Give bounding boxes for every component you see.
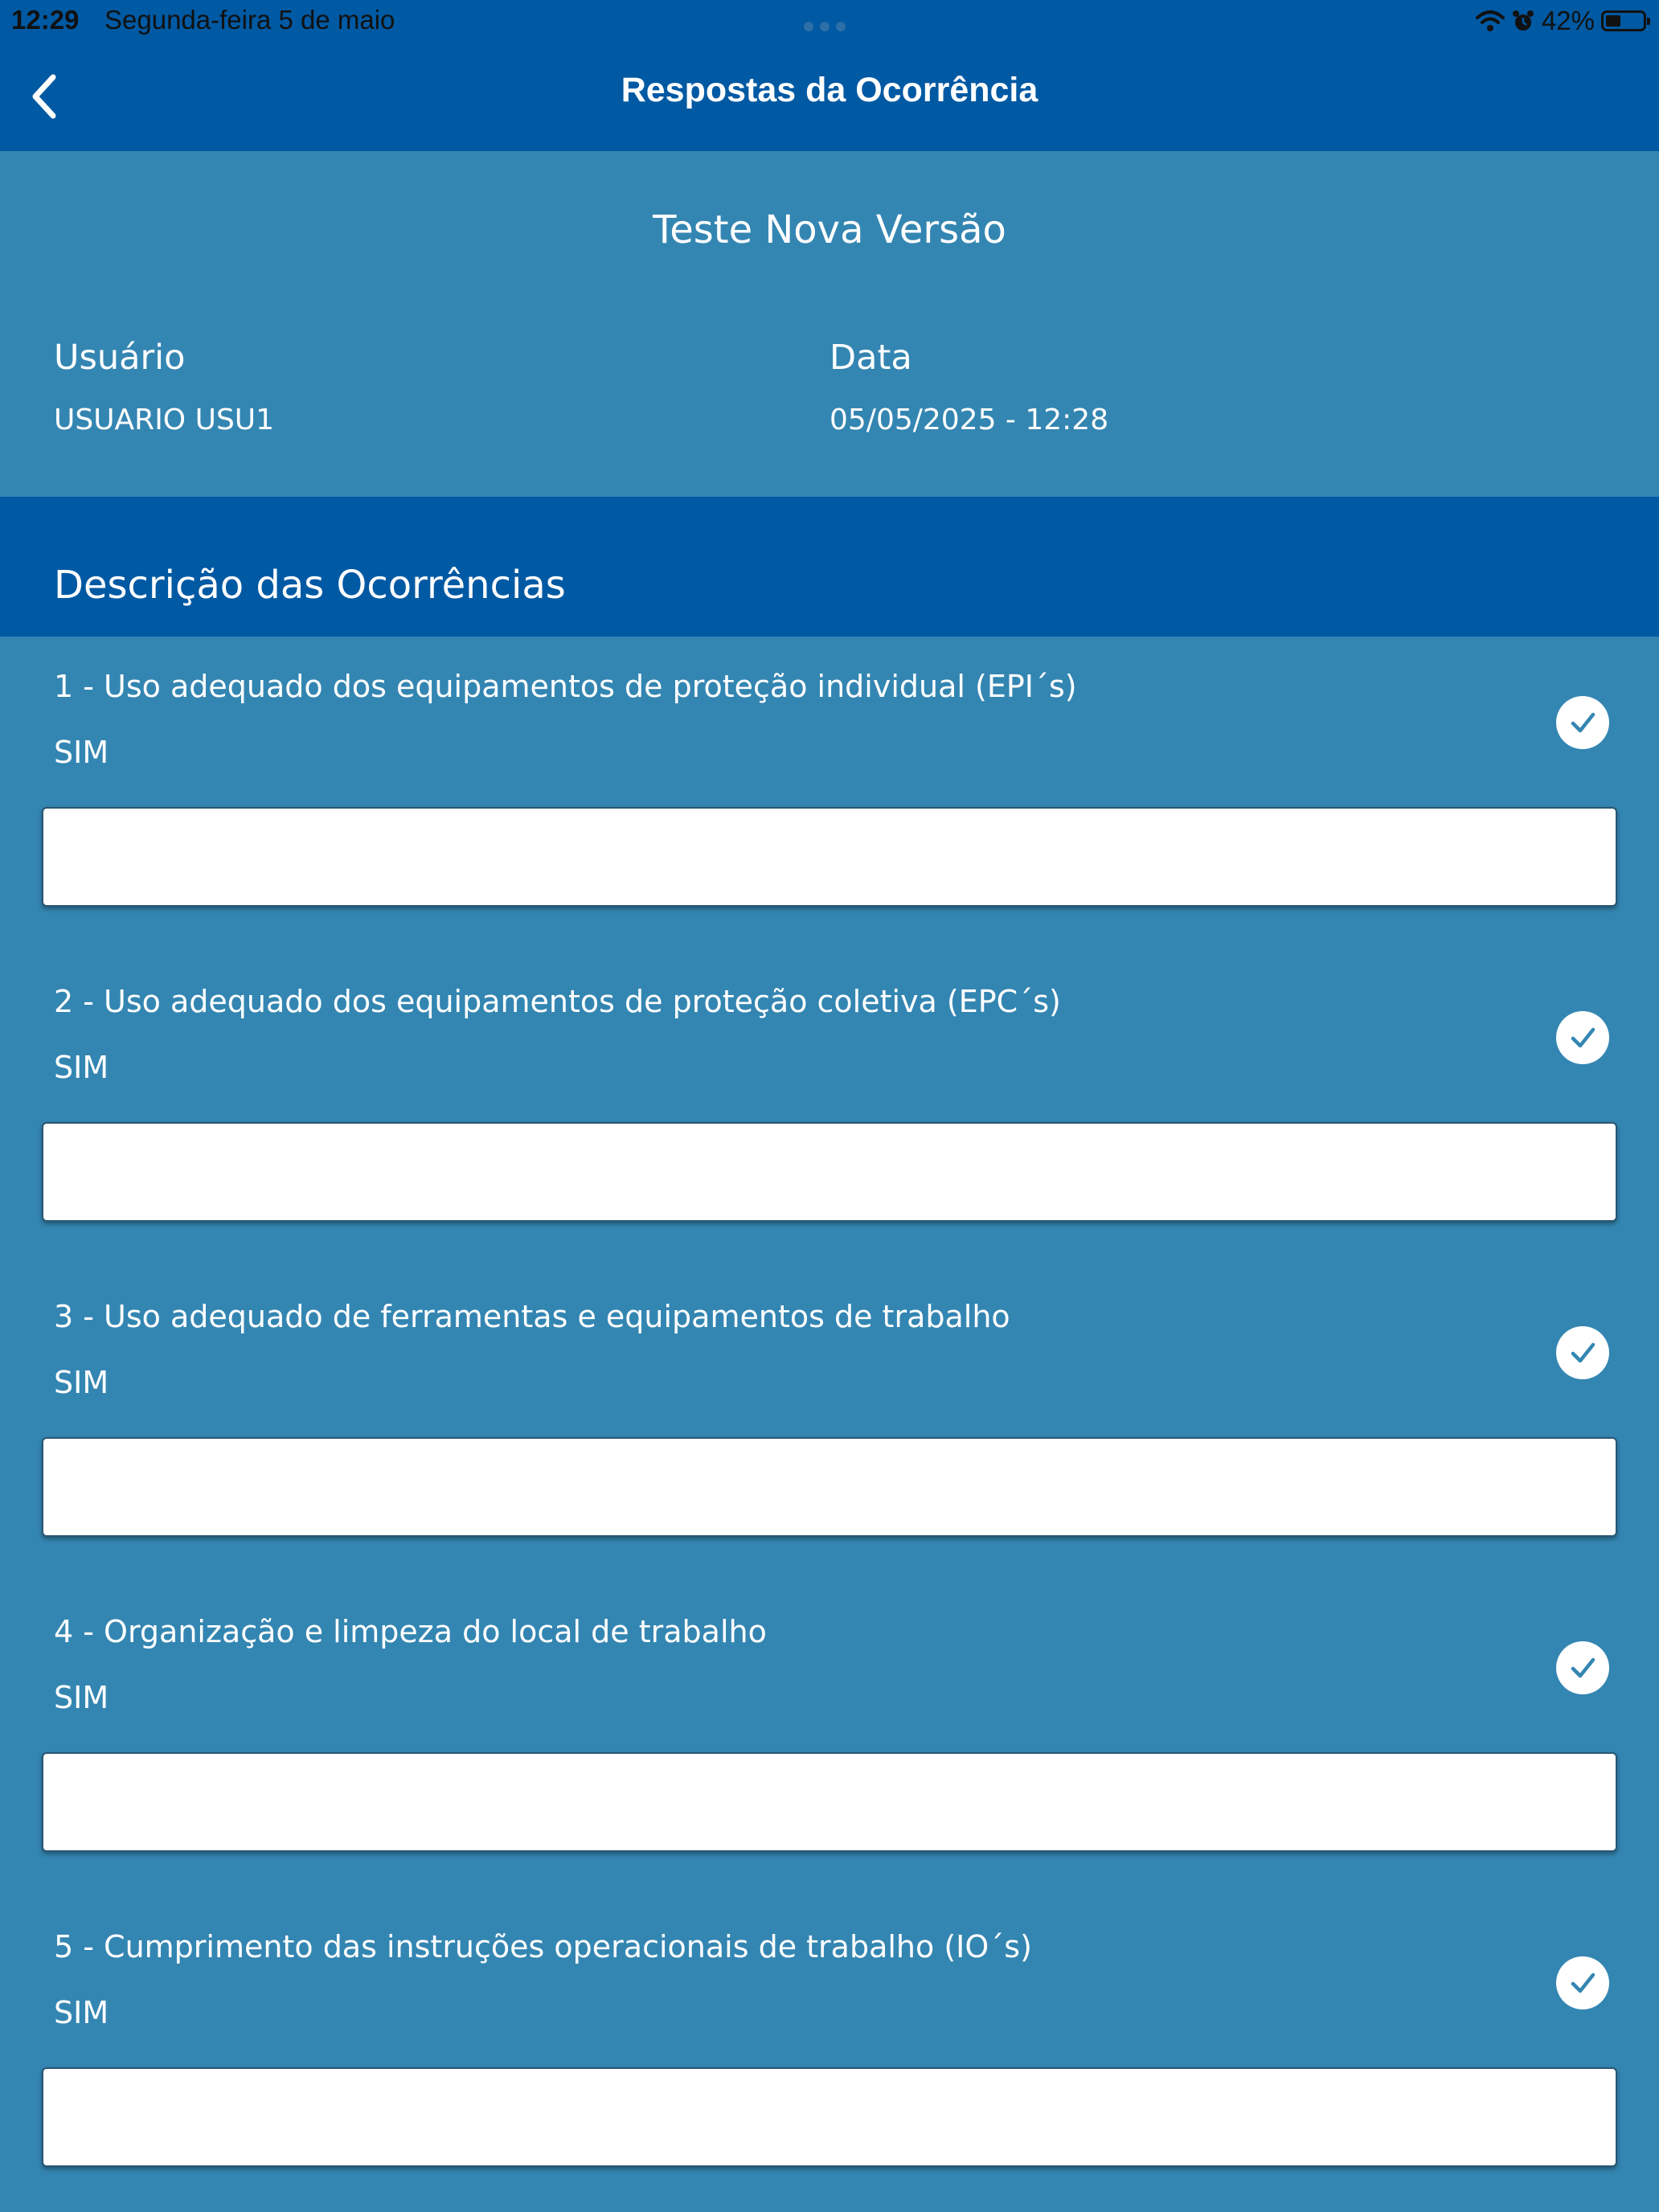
battery-level — [1606, 15, 1620, 27]
section-title: Descrição das Ocorrências — [54, 563, 566, 608]
battery-icon — [1601, 10, 1650, 31]
document-title: Teste Nova Versão — [653, 207, 1006, 252]
comment-input[interactable] — [42, 807, 1617, 907]
question-label: 5 - Cumprimento das instruções operacion… — [54, 1929, 1032, 1964]
question-answer: SIM — [54, 1365, 109, 1400]
question-answer: SIM — [54, 1680, 109, 1715]
question-label: 3 - Uso adequado de ferramentas e equipa… — [54, 1299, 1010, 1334]
wifi-icon — [1475, 10, 1505, 31]
question-item: 2 - Uso adequado dos equipamentos de pro… — [0, 952, 1659, 1267]
navigation-bar: 12:29 Segunda-feira 5 de maio 42% Respos… — [0, 0, 1659, 151]
alarm-icon — [1512, 10, 1534, 31]
comment-input[interactable] — [42, 1752, 1617, 1852]
comment-input[interactable] — [42, 1437, 1617, 1537]
date-value: 05/05/2025 - 12:28 — [830, 403, 1109, 436]
date-label: Data — [830, 338, 912, 378]
status-time: 12:29 — [11, 5, 80, 35]
question-label: 4 - Organização e limpeza do local de tr… — [54, 1614, 767, 1649]
question-answer: SIM — [54, 735, 109, 770]
question-item: 5 - Cumprimento das instruções operacion… — [0, 1897, 1659, 2212]
page-title: Respostas da Ocorrência — [621, 71, 1038, 109]
check-circle-icon — [1556, 1641, 1609, 1694]
question-label: 1 - Uso adequado dos equipamentos de pro… — [54, 669, 1077, 704]
status-indicators: 42% — [1475, 5, 1650, 37]
user-label: Usuário — [54, 338, 186, 378]
user-value: USUARIO USU1 — [54, 403, 275, 436]
comment-input[interactable] — [42, 1122, 1617, 1222]
multitasking-dots-icon[interactable] — [804, 19, 855, 31]
question-answer: SIM — [54, 1995, 109, 2030]
comment-input[interactable] — [42, 2067, 1617, 2167]
question-item: 3 - Uso adequado de ferramentas e equipa… — [0, 1267, 1659, 1582]
question-answer: SIM — [54, 1050, 109, 1085]
check-circle-icon — [1556, 1011, 1609, 1064]
check-circle-icon — [1556, 1326, 1609, 1379]
check-circle-icon — [1556, 696, 1609, 749]
battery-percent: 42% — [1541, 6, 1595, 35]
question-label: 2 - Uso adequado dos equipamentos de pro… — [54, 984, 1061, 1019]
question-item: 1 - Uso adequado dos equipamentos de pro… — [0, 637, 1659, 952]
status-date: Segunda-feira 5 de maio — [104, 5, 395, 35]
check-circle-icon — [1556, 1956, 1609, 2009]
question-item: 4 - Organização e limpeza do local de tr… — [0, 1582, 1659, 1897]
